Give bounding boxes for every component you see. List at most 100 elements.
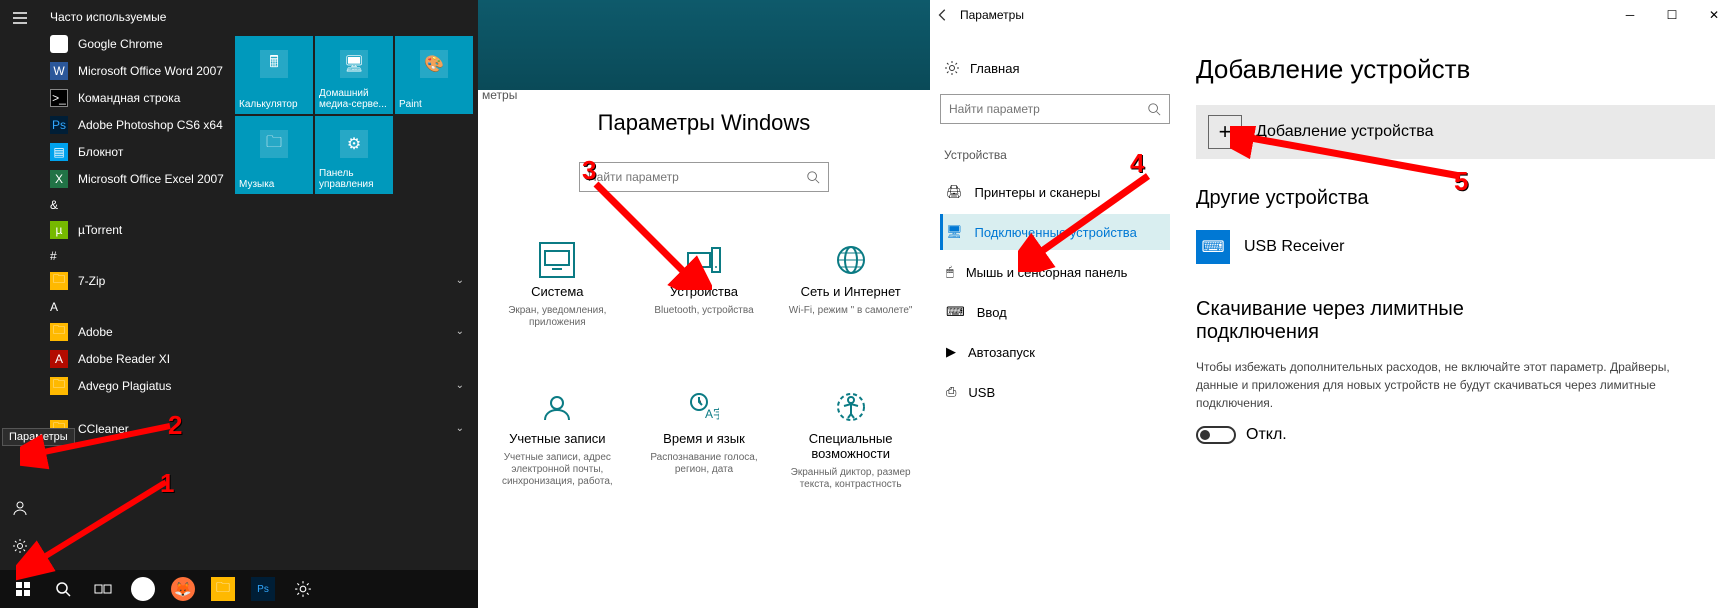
settings-main-window: метры Параметры Windows Система Экран, у… [478,0,930,608]
metered-toggle[interactable]: Откл. [1196,426,1715,444]
close-button[interactable]: ✕ [1693,0,1735,30]
notepad-icon: ▤ [50,143,68,161]
page-heading: Добавление устройств [1196,54,1715,85]
app-7zip[interactable]: 🗀7-Zip⌄ [40,267,478,294]
settings-categories: Система Экран, уведомления, приложения У… [478,242,930,491]
cat-time-language[interactable]: A字 Время и язык Распознавание голоса, ре… [634,389,774,491]
tile-label: Калькулятор [239,99,309,110]
home-link[interactable]: Главная [940,54,1170,82]
app-utorrent[interactable]: µµTorrent [40,216,478,243]
cat-title: Специальные возможности [781,431,921,461]
cat-subtitle: Экран, уведомления, приложения [487,305,627,329]
tb-photoshop[interactable]: Ps [244,570,282,608]
tile-label: Paint [399,99,469,110]
start-button[interactable] [4,570,42,608]
app-label: Adobe [78,325,113,339]
settings-search[interactable] [579,162,829,192]
letter-amp[interactable]: & [40,192,478,216]
start-tiles: 🖩Калькулятор 🖥Домашний медиа-серве... 🎨P… [235,36,475,194]
word-icon: W [50,62,68,80]
cat-devices[interactable]: Устройства Bluetooth, устройства [634,242,774,329]
cat-system[interactable]: Система Экран, уведомления, приложения [487,242,627,329]
excel-icon: X [50,170,68,188]
tile-music[interactable]: 🗀Музыка [235,116,313,194]
tb-explorer[interactable]: 🗀 [204,570,242,608]
media-icon: 🖥 [340,50,368,78]
tile-paint[interactable]: 🎨Paint [395,36,473,114]
add-device-button[interactable]: + Добавление устройства [1196,105,1715,159]
folder-icon: 🗀 [50,323,68,341]
sidebar-label: Мышь и сенсорная панель [966,265,1128,280]
devices-settings-window: Параметры ─ ☐ ✕ Главная Устройства 🖨Прин… [930,0,1735,608]
app-label: µTorrent [78,223,122,237]
app-reader[interactable]: AAdobe Reader XI [40,345,478,372]
window-titlebar: Параметры ─ ☐ ✕ [930,0,1735,30]
device-usb-receiver[interactable]: ⌨ USB Receiver [1196,224,1715,270]
cat-title: Время и язык [663,431,745,446]
window-title: Параметры [960,8,1024,22]
user-icon[interactable] [6,494,34,522]
tile-calculator[interactable]: 🖩Калькулятор [235,36,313,114]
tb-chrome[interactable]: ◉ [124,570,162,608]
cat-title: Сеть и Интернет [801,284,901,299]
keyboard-icon: ⌨ [946,304,965,320]
sidebar-printers[interactable]: 🖨Принтеры и сканеры [940,174,1170,210]
start-menu: Параметры Часто используемые ◉Google Chr… [0,0,478,608]
search-input[interactable] [588,170,806,184]
settings-sidebar: Главная Устройства 🖨Принтеры и сканеры 🖥… [930,30,1176,608]
task-view-icon[interactable] [84,570,122,608]
explorer-icon: 🗀 [211,577,235,601]
settings-content: Добавление устройств + Добавление устрой… [1176,30,1735,608]
cat-network[interactable]: Сеть и Интернет Wi-Fi, режим " в самолет… [781,242,921,329]
cat-title: Устройства [670,284,738,299]
start-rail [0,0,40,608]
tile-media-server[interactable]: 🖥Домашний медиа-серве... [315,36,393,114]
search-icon [1147,102,1161,116]
hamburger-icon[interactable] [12,10,28,26]
ease-icon [833,389,869,425]
gear-icon [944,60,960,76]
metered-heading: Скачивание через лимитные подключения [1196,298,1496,344]
app-label: CCleaner [78,422,129,436]
minimize-button[interactable]: ─ [1609,0,1651,30]
search-input[interactable] [949,102,1147,116]
usb-icon: ⎙ [946,384,956,400]
tile-control-panel[interactable]: ⚙Панель управления [315,116,393,194]
cat-ease-of-access[interactable]: Специальные возможности Экранный диктор,… [781,389,921,491]
app-label: Microsoft Office Word 2007 [78,64,223,78]
device-label: USB Receiver [1244,238,1344,256]
settings-gear-icon[interactable] [6,532,34,560]
settings-title: Параметры Windows [478,110,930,136]
cat-accounts[interactable]: Учетные записи Учетные записи, адрес эле… [487,389,627,491]
mouse-icon: 🖱 [946,264,954,280]
annotation-number-4: 4 [1130,148,1144,179]
app-adobe[interactable]: 🗀 Adobe ⌄ [40,318,478,345]
app-label: Google Chrome [78,37,163,51]
sidebar-autoplay[interactable]: ▶Автозапуск [940,334,1170,370]
cat-subtitle: Экранный диктор, размер текста, контраст… [781,467,921,491]
app-ccleaner[interactable]: 🗀CCleaner⌄ [40,415,478,442]
letter-hash[interactable]: # [40,243,478,267]
search-icon[interactable] [44,570,82,608]
chevron-down-icon: ⌄ [456,326,464,337]
chevron-down-icon: ⌄ [456,380,464,391]
app-advego[interactable]: 🗀Advego Plagiatus⌄ [40,372,478,399]
annotation-number-2: 2 [168,410,182,441]
sidebar-mouse[interactable]: 🖱 Мышь и сенсорная панель [940,254,1170,290]
back-icon[interactable] [936,8,950,22]
letter-a[interactable]: A [40,294,478,318]
chevron-down-icon: ⌄ [456,423,464,434]
tb-settings[interactable] [284,570,322,608]
search-icon [806,170,820,184]
chevron-down-icon: ⌄ [456,275,464,286]
maximize-button[interactable]: ☐ [1651,0,1693,30]
sidebar-connected-devices[interactable]: 🖥Подключенные устройства [940,214,1170,250]
frequent-header[interactable]: Часто используемые [40,6,478,30]
sidebar-usb[interactable]: ⎙USB [940,374,1170,410]
sidebar-search[interactable] [940,94,1170,124]
toggle-switch[interactable] [1196,426,1236,444]
tb-firefox[interactable]: 🦊 [164,570,202,608]
annotation-number-1: 1 [160,468,174,499]
cat-subtitle: Распознавание голоса, регион, дата [634,452,774,476]
sidebar-typing[interactable]: ⌨Ввод [940,294,1170,330]
